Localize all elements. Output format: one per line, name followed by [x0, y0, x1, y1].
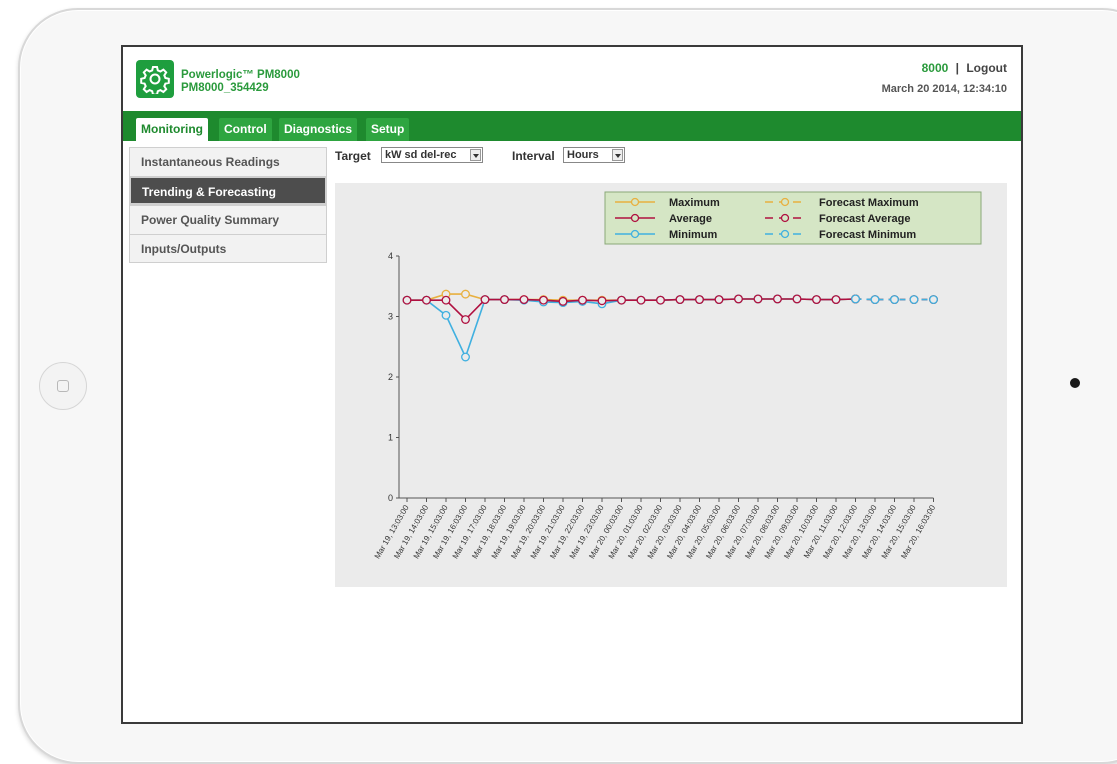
chevron-down-icon — [470, 149, 481, 161]
interval-select[interactable]: Hours — [563, 147, 625, 163]
tab-diagnostics[interactable]: Diagnostics — [279, 118, 358, 141]
home-button[interactable] — [39, 362, 87, 410]
data-point — [656, 295, 665, 305]
chart-panel: 0 1 2 3 4 Mar 19, 13:03:00 Mar 19, 14:03:00 Mar… — [335, 183, 1007, 587]
legend-swatch-marker — [630, 197, 640, 207]
logout-link[interactable]: Logout — [966, 61, 1007, 75]
data-point — [461, 352, 470, 362]
legend-swatch-marker — [780, 197, 790, 207]
legend-label: Forecast Maximum — [819, 197, 919, 209]
legend-label: Maximum — [669, 197, 720, 209]
legend-swatch-marker — [780, 213, 790, 223]
sidebar-item-power-quality-summary[interactable]: Power Quality Summary — [129, 205, 327, 234]
data-point — [500, 295, 509, 305]
data-point — [773, 294, 782, 304]
data-point — [617, 295, 626, 305]
data-point — [558, 296, 568, 306]
data-point — [461, 315, 470, 324]
y-tick-label: 4 — [388, 251, 393, 261]
data-point — [851, 294, 860, 304]
tab-setup[interactable]: Setup — [366, 118, 410, 141]
data-point — [480, 295, 490, 305]
legend-swatch-marker — [630, 213, 640, 223]
interval-label: Interval — [512, 149, 555, 163]
y-tick-label: 3 — [388, 312, 393, 322]
legend-label: Forecast Average — [819, 213, 911, 225]
data-point — [597, 296, 607, 306]
legend-swatch-marker — [630, 229, 640, 239]
data-point — [461, 289, 470, 299]
device-id: PM8000_354429 — [181, 82, 269, 94]
chevron-down-icon — [612, 149, 623, 161]
datetime: March 20 2014, 12:34:10 — [881, 83, 1007, 95]
gear-icon — [136, 60, 174, 98]
series-line — [407, 298, 856, 360]
data-point — [753, 294, 763, 304]
data-point — [402, 295, 412, 305]
data-point — [870, 295, 880, 305]
data-point — [539, 295, 548, 305]
data-point — [441, 310, 451, 320]
sidebar-item-instantaneous-readings[interactable]: Instantaneous Readings — [129, 147, 327, 176]
header: Powerlogic™ PM8000 PM8000_354429 8000 | … — [123, 47, 1021, 111]
data-point — [695, 295, 704, 305]
legend-label: Average — [669, 213, 712, 225]
y-tick-label: 2 — [388, 372, 393, 382]
tab-monitoring[interactable]: Monitoring — [136, 118, 208, 141]
legend-swatch-marker — [780, 229, 790, 239]
series-line — [407, 298, 856, 321]
interval-value: Hours — [567, 149, 599, 161]
tab-control[interactable]: Control — [219, 118, 272, 141]
data-point — [831, 295, 841, 305]
data-point — [441, 295, 451, 305]
product-name: Powerlogic™ PM8000 — [181, 69, 300, 81]
data-point — [636, 295, 646, 305]
data-point — [714, 295, 724, 305]
sidebar-item-trending-forecasting[interactable]: Trending & Forecasting — [129, 176, 327, 205]
legend-label: Minimum — [669, 229, 717, 241]
target-label: Target — [335, 149, 371, 163]
separator: | — [955, 61, 959, 75]
trend-chart: 01234Mar 19, 13:03:00Mar 19, 14:03:00Mar… — [373, 191, 982, 560]
legend-label: Forecast Minimum — [819, 229, 916, 241]
sidebar: Instantaneous Readings Trending & Foreca… — [129, 147, 327, 263]
data-point — [578, 295, 587, 305]
data-point — [890, 295, 899, 305]
y-tick-label: 0 — [388, 493, 393, 503]
nav-bar: Monitoring Control Diagnostics Setup — [123, 111, 1021, 141]
data-point — [929, 295, 938, 305]
data-point — [792, 294, 802, 304]
data-point — [422, 295, 431, 305]
target-value: kW sd del-rec — [385, 149, 457, 161]
user-name[interactable]: 8000 — [922, 61, 949, 75]
data-point — [909, 295, 919, 305]
target-select[interactable]: kW sd del-rec — [381, 147, 483, 163]
y-tick-label: 1 — [388, 433, 393, 443]
camera-icon — [1070, 378, 1080, 388]
data-point — [675, 295, 685, 305]
device-screen: Powerlogic™ PM8000 PM8000_354429 8000 | … — [121, 45, 1023, 724]
user-area: 8000 | Logout — [922, 61, 1007, 75]
data-point — [519, 295, 529, 305]
data-point — [734, 294, 743, 304]
home-square-icon — [57, 380, 69, 392]
sidebar-item-inputs-outputs[interactable]: Inputs/Outputs — [129, 234, 327, 263]
data-point — [812, 295, 821, 305]
